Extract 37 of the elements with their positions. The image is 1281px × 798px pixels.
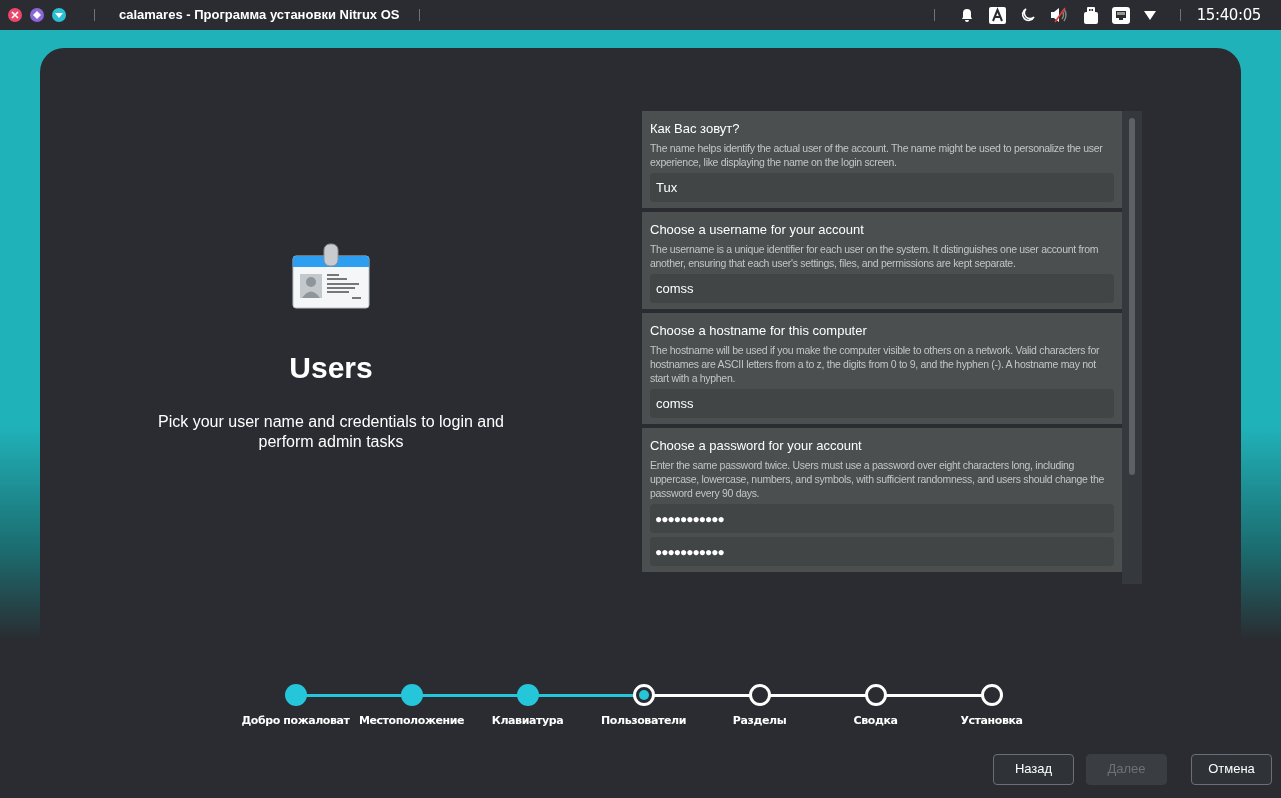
window-title: calamares - Программа установки Nitrux OS xyxy=(119,6,400,25)
page-subtitle: Pick your user name and credentials to login and perform admin tasks xyxy=(157,412,505,452)
step-label: Разделы xyxy=(732,713,787,729)
close-icon[interactable] xyxy=(8,8,22,22)
id-badge-icon xyxy=(292,243,370,309)
section-description: The username is a unique identifier for each user on the system. It distinguishes one user account from another, ensuring that each user's settings, files, and permissions are kept separate. xyxy=(650,242,1100,270)
text-field[interactable]: comss xyxy=(650,389,1114,418)
moon-icon[interactable] xyxy=(1019,7,1036,23)
clock: 15:40:05 xyxy=(1196,4,1261,26)
section-title: Choose a password for your account xyxy=(650,438,863,454)
password-field[interactable]: ●●●●●●●●●●● xyxy=(650,537,1114,566)
section-title: Choose a hostname for this computer xyxy=(650,323,868,339)
text-field[interactable]: Tux xyxy=(650,173,1114,202)
page-title: Users xyxy=(289,350,373,386)
text-field[interactable]: comss xyxy=(650,274,1114,303)
scrollbar[interactable] xyxy=(1122,111,1142,584)
nav-button[interactable]: Назад xyxy=(993,753,1074,785)
chevron-down-icon[interactable] xyxy=(52,8,66,22)
muted-speaker-icon[interactable] xyxy=(1049,7,1070,23)
network-port-icon[interactable] xyxy=(1111,6,1130,24)
step-label: Пользователи xyxy=(601,713,686,729)
section-description: The hostname will be used if you make the computer visible to others on a network. Valid characters for hostnames are ASCII letters from a to z, the digits from 0 to 9, and the hyphen (-). A hostname may not start with a hyphen. xyxy=(650,343,1101,385)
usb-drive-icon[interactable] xyxy=(1083,6,1098,24)
keyboard-layout-icon[interactable] xyxy=(988,6,1006,24)
section-title: Как Вас зовут? xyxy=(650,121,741,137)
password-field[interactable]: ●●●●●●●●●●● xyxy=(650,504,1114,533)
diamond-icon[interactable] xyxy=(30,8,44,22)
section-description: Enter the same password twice. Users must use a password over eight characters long, including uppercase, lowercase, numbers, and symbols, with sufficient randomness, and users should change the password every 90 days. xyxy=(650,458,1105,500)
step-label: Местоположение xyxy=(358,713,465,729)
step-label: Добро пожаловат xyxy=(241,713,350,729)
step-label: Сводка xyxy=(853,713,898,729)
section-description: The name helps identify the actual user of the account. The name might be used to personalize the user experience, like displaying the name on the login screen. xyxy=(650,141,1104,169)
step-label: Установка xyxy=(960,713,1023,729)
step-label: Клавиатура xyxy=(491,713,564,729)
section-title: Choose a username for your account xyxy=(650,222,865,238)
caret-down-icon[interactable] xyxy=(1143,10,1156,20)
nav-button[interactable]: Отмена xyxy=(1191,753,1272,785)
